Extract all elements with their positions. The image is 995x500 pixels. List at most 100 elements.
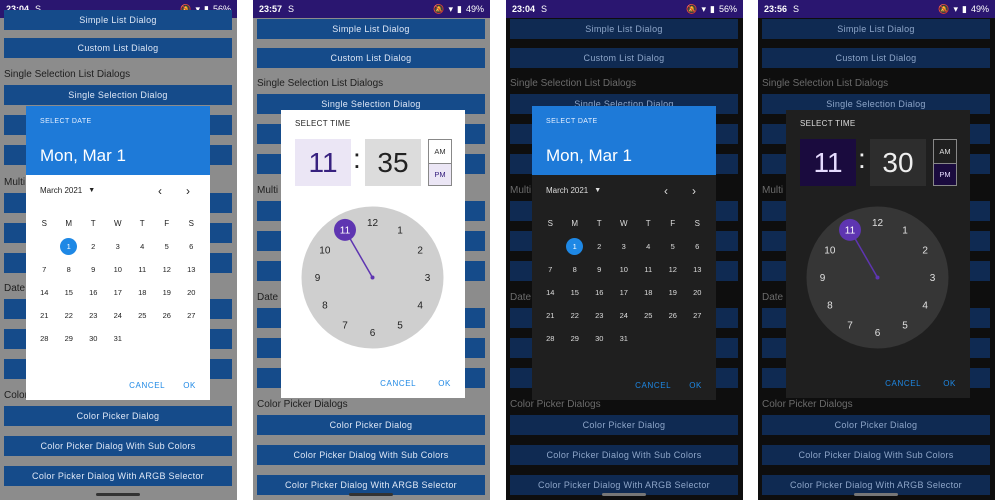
color-picker-dialog-button[interactable]: Color Picker Dialog xyxy=(257,415,485,435)
hour-field[interactable]: 11 xyxy=(800,139,856,186)
clock-number[interactable]: 8 xyxy=(322,301,328,312)
ok-button[interactable]: OK xyxy=(689,381,702,390)
calendar-day[interactable]: 4 xyxy=(636,238,661,256)
color-picker-dialog-button[interactable]: Color Picker Dialog xyxy=(762,415,990,435)
calendar-day[interactable]: 5 xyxy=(155,238,180,256)
clock-number[interactable]: 10 xyxy=(319,246,331,257)
pm-button[interactable]: PM xyxy=(429,162,451,185)
calendar-day[interactable]: 12 xyxy=(155,261,180,279)
clock-number[interactable]: 7 xyxy=(847,321,853,332)
ok-button[interactable]: OK xyxy=(183,381,196,390)
calendar-day[interactable]: 15 xyxy=(563,284,588,302)
clock-number[interactable]: 3 xyxy=(425,273,431,284)
color-picker-sub-colors-button[interactable]: Color Picker Dialog With Sub Colors xyxy=(762,445,990,465)
calendar-day[interactable]: 31 xyxy=(612,330,637,348)
gesture-nav-bar[interactable] xyxy=(854,493,898,496)
simple-list-dialog-button[interactable]: Simple List Dialog xyxy=(257,19,485,39)
gesture-nav-bar[interactable] xyxy=(602,493,646,496)
simple-list-dialog-button[interactable]: Simple List Dialog xyxy=(510,19,738,39)
calendar-day[interactable]: 2 xyxy=(81,238,106,256)
next-month-icon[interactable]: › xyxy=(692,184,696,198)
calendar-day[interactable]: 24 xyxy=(106,307,131,325)
calendar-day[interactable]: 20 xyxy=(179,284,204,302)
color-picker-sub-colors-button[interactable]: Color Picker Dialog With Sub Colors xyxy=(257,445,485,465)
calendar-day[interactable]: 20 xyxy=(685,284,710,302)
color-picker-argb-button[interactable]: Color Picker Dialog With ARGB Selector xyxy=(4,466,232,486)
clock-number[interactable]: 1 xyxy=(902,225,908,236)
calendar-day[interactable]: 8 xyxy=(563,261,588,279)
clock-number[interactable]: 4 xyxy=(922,301,928,312)
calendar-day[interactable]: 5 xyxy=(661,238,686,256)
am-button[interactable]: AM xyxy=(429,140,451,163)
simple-list-dialog-button[interactable]: Simple List Dialog xyxy=(762,19,990,39)
clock-number[interactable]: 1 xyxy=(397,225,403,236)
calendar-day[interactable]: 26 xyxy=(661,307,686,325)
calendar-day[interactable]: 15 xyxy=(57,284,82,302)
calendar-day[interactable]: 31 xyxy=(106,330,131,348)
previous-month-icon[interactable]: ‹ xyxy=(158,184,162,198)
calendar-day[interactable]: 17 xyxy=(612,284,637,302)
ok-button[interactable]: OK xyxy=(438,379,451,388)
calendar-day[interactable]: 30 xyxy=(587,330,612,348)
selected-day[interactable]: 1 xyxy=(563,237,588,256)
color-picker-sub-colors-button[interactable]: Color Picker Dialog With Sub Colors xyxy=(4,436,232,456)
calendar-day[interactable]: 22 xyxy=(57,307,82,325)
calendar-day[interactable]: 13 xyxy=(685,261,710,279)
ok-button[interactable]: OK xyxy=(943,379,956,388)
calendar-day[interactable]: 18 xyxy=(636,284,661,302)
custom-list-dialog-button[interactable]: Custom List Dialog xyxy=(510,48,738,68)
calendar-day[interactable]: 28 xyxy=(538,330,563,348)
calendar-day[interactable]: 28 xyxy=(32,330,57,348)
clock-number[interactable]: 5 xyxy=(397,321,403,332)
calendar-day[interactable]: 10 xyxy=(612,261,637,279)
cancel-button[interactable]: CANCEL xyxy=(885,379,921,388)
pm-button[interactable]: PM xyxy=(934,162,956,185)
clock-number[interactable]: 11 xyxy=(340,225,351,236)
calendar-day[interactable]: 6 xyxy=(179,238,204,256)
calendar-day[interactable]: 29 xyxy=(563,330,588,348)
cancel-button[interactable]: CANCEL xyxy=(129,381,165,390)
am-button[interactable]: AM xyxy=(934,140,956,163)
calendar-day[interactable]: 9 xyxy=(81,261,106,279)
custom-list-dialog-button[interactable]: Custom List Dialog xyxy=(4,38,232,58)
clock-number[interactable]: 9 xyxy=(820,273,826,284)
calendar-day[interactable]: 24 xyxy=(612,307,637,325)
selected-date-text[interactable]: Mon, Mar 1 xyxy=(546,146,632,166)
calendar-day[interactable]: 8 xyxy=(57,261,82,279)
color-picker-dialog-button[interactable]: Color Picker Dialog xyxy=(510,415,738,435)
calendar-day[interactable]: 26 xyxy=(155,307,180,325)
cancel-button[interactable]: CANCEL xyxy=(380,379,416,388)
month-year-selector[interactable]: March 2021 ▼ xyxy=(40,186,95,195)
calendar-day[interactable]: 21 xyxy=(32,307,57,325)
calendar-day[interactable]: 19 xyxy=(661,284,686,302)
calendar-day[interactable]: 3 xyxy=(612,238,637,256)
clock-number[interactable]: 6 xyxy=(370,328,376,339)
calendar-day[interactable]: 23 xyxy=(81,307,106,325)
color-picker-argb-button[interactable]: Color Picker Dialog With ARGB Selector xyxy=(510,475,738,495)
hour-field[interactable]: 11 xyxy=(295,139,351,186)
clock-number[interactable]: 11 xyxy=(845,225,856,236)
calendar-day[interactable]: 13 xyxy=(179,261,204,279)
clock-number[interactable]: 9 xyxy=(315,273,321,284)
clock-face[interactable]: 121234567891011 xyxy=(301,206,444,349)
clock-number[interactable]: 3 xyxy=(930,273,936,284)
calendar-day[interactable]: 4 xyxy=(130,238,155,256)
calendar-day[interactable]: 7 xyxy=(32,261,57,279)
minute-field[interactable]: 35 xyxy=(365,139,421,186)
calendar-day[interactable]: 3 xyxy=(106,238,131,256)
calendar-day[interactable]: 14 xyxy=(32,284,57,302)
calendar-day[interactable]: 7 xyxy=(538,261,563,279)
clock-number[interactable]: 8 xyxy=(827,301,833,312)
month-year-selector[interactable]: March 2021 ▼ xyxy=(546,186,601,195)
custom-list-dialog-button[interactable]: Custom List Dialog xyxy=(762,48,990,68)
clock-number[interactable]: 6 xyxy=(875,328,881,339)
clock-number[interactable]: 12 xyxy=(367,218,379,229)
calendar-day[interactable]: 22 xyxy=(563,307,588,325)
clock-number[interactable]: 12 xyxy=(872,218,884,229)
calendar-day[interactable]: 23 xyxy=(587,307,612,325)
single-selection-dialog-button[interactable]: Single Selection Dialog xyxy=(4,85,232,105)
color-picker-argb-button[interactable]: Color Picker Dialog With ARGB Selector xyxy=(257,475,485,495)
calendar-day[interactable]: 19 xyxy=(155,284,180,302)
gesture-nav-bar[interactable] xyxy=(349,493,393,496)
clock-number[interactable]: 10 xyxy=(824,246,836,257)
